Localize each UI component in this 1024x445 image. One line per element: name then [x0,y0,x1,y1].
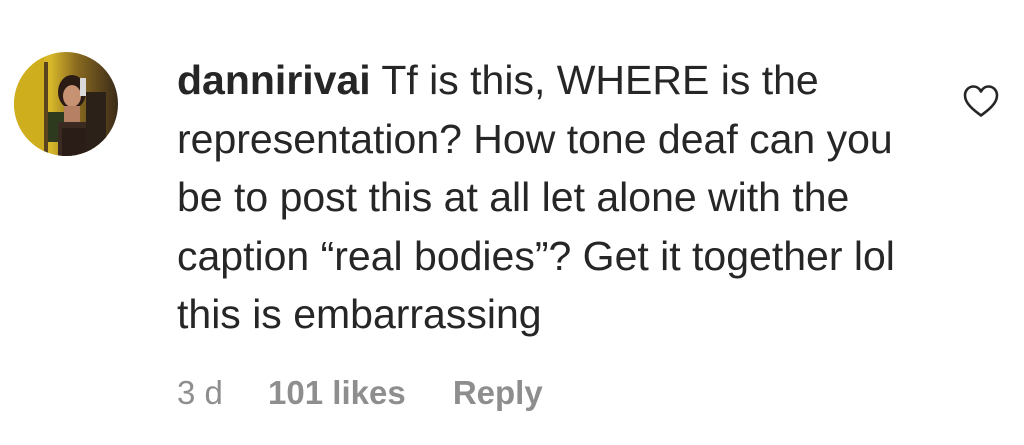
comment-username[interactable]: dannirivai [177,57,371,103]
comment-body: dannirivai Tf is this, WHERE is the repr… [177,51,937,344]
heart-outline-icon[interactable] [962,84,1000,118]
comment-meta: 3 d 101 likes Reply [177,370,543,416]
comment-timestamp: 3 d [177,374,223,411]
reply-button[interactable]: Reply [453,370,543,416]
avatar[interactable] [14,52,118,156]
user-avatar-photo [14,52,118,156]
like-count[interactable]: 101 likes [268,370,406,416]
